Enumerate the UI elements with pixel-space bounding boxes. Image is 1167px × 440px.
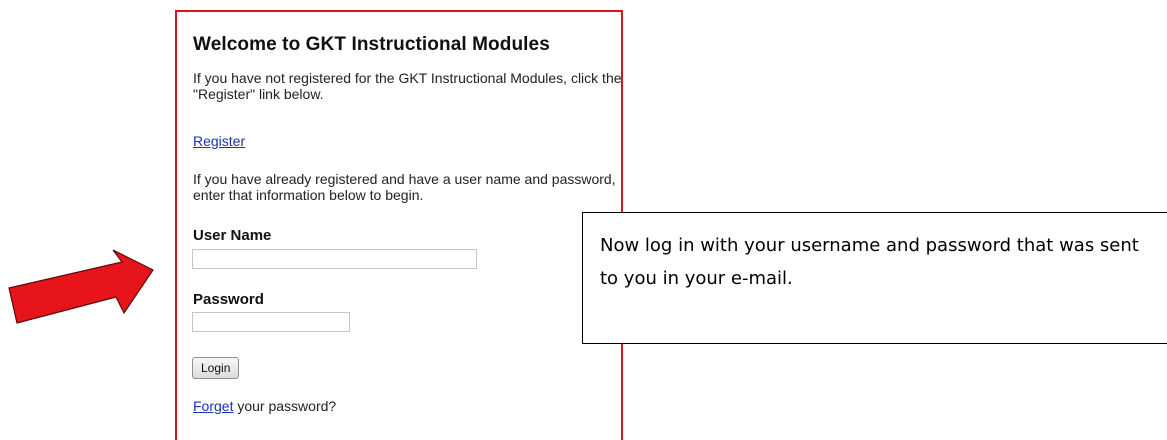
forget-password-line: Forget your password? xyxy=(193,398,336,414)
username-label: User Name xyxy=(193,227,272,244)
password-input[interactable] xyxy=(192,312,350,332)
login-button[interactable]: Login xyxy=(192,357,240,379)
forget-password-suffix: your password? xyxy=(233,398,337,414)
forget-password-link[interactable]: Forget xyxy=(193,398,233,414)
password-label: Password xyxy=(193,291,264,308)
instruction-callout: Now log in with your username and passwo… xyxy=(582,212,1167,344)
login-panel: Welcome to GKT Instructional Modules If … xyxy=(175,10,623,440)
page-title: Welcome to GKT Instructional Modules xyxy=(193,34,550,55)
intro-text: If you have not registered for the GKT I… xyxy=(193,70,622,102)
callout-text: Now log in with your username and passwo… xyxy=(600,235,1139,289)
info-text: If you have already registered and have … xyxy=(193,171,616,203)
register-link[interactable]: Register xyxy=(193,133,245,149)
red-arrow-icon xyxy=(8,249,154,324)
username-input[interactable] xyxy=(192,249,477,269)
